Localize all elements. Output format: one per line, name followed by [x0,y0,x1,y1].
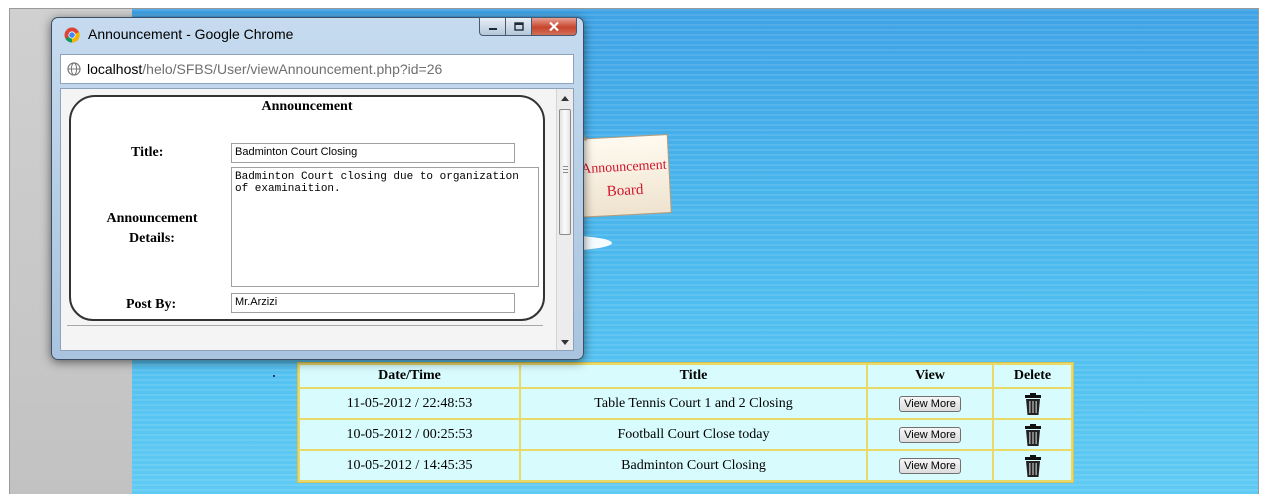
url-text: localhost/helo/SFBS/User/viewAnnouncemen… [87,61,442,77]
vertical-scrollbar[interactable] [556,89,573,350]
announcement-panel: Announcement Title: Badminton Court Clos… [69,95,545,321]
header-title: Title [521,365,866,387]
trash-icon[interactable] [1024,392,1042,415]
stage-dot [273,375,275,377]
close-icon [549,21,559,32]
table-row: 11-05-2012 / 22:48:53 Table Tennis Court… [300,389,1071,418]
divider [67,325,543,326]
row-delete-cell [994,451,1071,480]
table-row: 10-05-2012 / 14:45:35 Badminton Court Cl… [300,451,1071,480]
url-path: /helo/SFBS/User/viewAnnouncement.php?id=… [142,61,443,77]
maximize-icon [513,22,524,31]
window-controls [479,17,577,36]
row-delete-cell [994,420,1071,449]
row-view-cell: View More [868,389,992,418]
header-date: Date/Time [300,365,519,387]
grip-line [563,172,568,173]
maximize-button[interactable] [506,17,532,36]
popup-content: Announcement Title: Badminton Court Clos… [60,88,574,351]
row-title: Table Tennis Court 1 and 2 Closing [521,389,866,418]
post-by-field[interactable]: Mr.Arzizi [231,293,515,313]
window-title: Announcement - Google Chrome [88,26,294,42]
minimize-icon [488,27,497,30]
minimize-button[interactable] [479,17,506,36]
details-label: Announcement Details: [106,211,198,246]
scroll-up-arrow[interactable] [561,96,569,101]
window-titlebar[interactable]: Announcement - Google Chrome [60,17,577,46]
row-date: 11-05-2012 / 22:48:53 [300,389,519,418]
trash-icon[interactable] [1024,423,1042,446]
board-sign-line2: Board [606,182,644,200]
row-view-cell: View More [868,420,992,449]
row-date: 10-05-2012 / 00:25:53 [300,420,519,449]
announcement-page: Announcement Title: Badminton Court Clos… [61,89,557,350]
scroll-thumb[interactable] [559,109,571,235]
header-view: View [868,365,992,387]
post-by-label: Post By: [126,297,177,312]
header-delete: Delete [994,365,1071,387]
row-delete-cell [994,389,1071,418]
address-bar[interactable]: localhost/helo/SFBS/User/viewAnnouncemen… [60,54,574,84]
row-date: 10-05-2012 / 14:45:35 [300,451,519,480]
trash-icon[interactable] [1024,454,1042,477]
announcement-popup-window: Announcement - Google Chrome localhost/h… [51,17,584,360]
view-more-button[interactable]: View More [899,426,961,443]
view-more-button[interactable]: View More [899,395,961,412]
details-textarea[interactable]: Badminton Court closing due to organizat… [231,167,539,287]
announcement-table: Date/Time Title View Delete 11-05-2012 /… [297,362,1074,483]
panel-heading: Announcement [261,99,353,114]
url-host: localhost [87,61,143,77]
chrome-icon [64,27,80,43]
title-label: Title: [131,145,164,160]
row-title: Football Court Close today [521,420,866,449]
row-title: Badminton Court Closing [521,451,866,480]
row-view-cell: View More [868,451,992,480]
grip-line [563,169,568,170]
globe-icon [67,62,81,76]
close-button[interactable] [532,17,577,36]
scroll-down-arrow[interactable] [561,340,569,345]
table-header-row: Date/Time Title View Delete [300,365,1071,387]
title-field[interactable]: Badminton Court Closing [231,143,515,163]
view-more-button[interactable]: View More [899,457,961,474]
table-row: 10-05-2012 / 00:25:53 Football Court Clo… [300,420,1071,449]
grip-line [563,166,568,167]
